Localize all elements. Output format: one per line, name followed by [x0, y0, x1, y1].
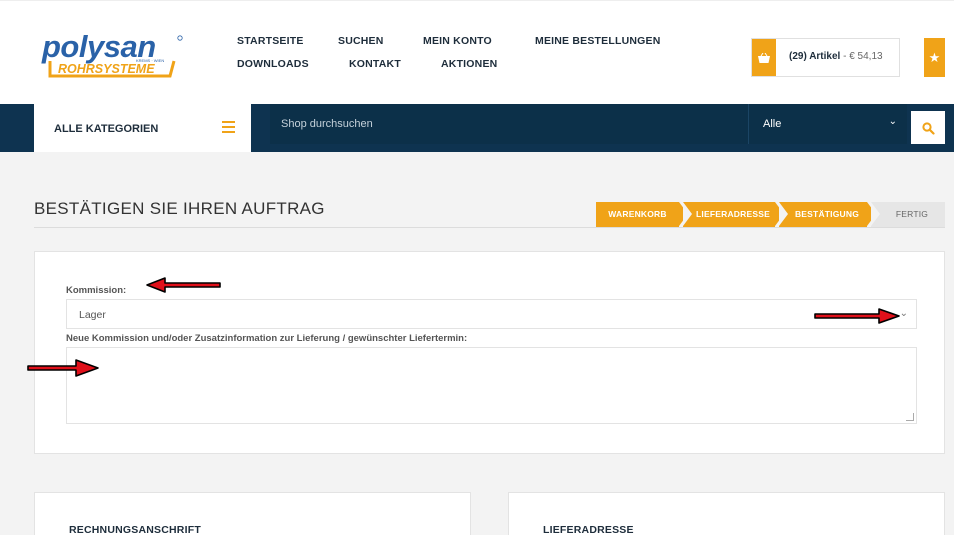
search-placeholder: Shop durchsuchen [281, 118, 373, 130]
nav-startseite[interactable]: STARTSEITE [237, 35, 304, 47]
cart-separator: - [840, 51, 850, 62]
step-label: WARENKORB [608, 209, 667, 219]
nav-meine-bestellungen[interactable]: MEINE BESTELLUNGEN [535, 35, 661, 47]
search-button[interactable] [911, 111, 945, 144]
search-input[interactable]: Shop durchsuchen [270, 104, 748, 144]
nav-mein-konto[interactable]: MEIN KONTO [423, 35, 492, 47]
step-lieferadresse[interactable]: LIEFERADRESSE [683, 202, 784, 227]
cart-summary: (29) Artikel - € 54,13 [789, 51, 883, 62]
title-divider [34, 227, 945, 228]
kommission-value: Lager [79, 309, 106, 321]
nav-downloads[interactable]: DOWNLOADS [237, 58, 309, 70]
cart-total: € 54,13 [849, 51, 883, 62]
cart-count: (29) Artikel [789, 51, 841, 62]
step-fertig: FERTIG [871, 202, 945, 227]
nav-aktionen[interactable]: AKTIONEN [441, 58, 497, 70]
hamburger-menu-icon [222, 121, 235, 133]
categories-label: ALLE KATEGORIEN [54, 123, 159, 135]
kommission-select[interactable]: Lager ⌄ [66, 299, 917, 329]
site-header: polysan ROHRSYSTEME KREMS · WIEN STARTSE… [0, 0, 954, 104]
categories-dropdown[interactable]: ALLE KATEGORIEN [34, 104, 251, 152]
shipping-title: LIEFERADRESSE [543, 524, 634, 535]
wishlist-button[interactable]: ★ [924, 38, 945, 77]
annotation-arrow-right-select [814, 308, 900, 324]
svg-text:ROHRSYSTEME: ROHRSYSTEME [58, 62, 155, 76]
mini-cart[interactable]: (29) Artikel - € 54,13 [751, 38, 900, 77]
nav-kontakt[interactable]: KONTAKT [349, 58, 401, 70]
resize-grip-icon[interactable] [906, 413, 914, 421]
star-icon: ★ [928, 50, 941, 65]
step-label: LIEFERADRESSE [696, 209, 770, 219]
chevron-down-icon: ⌄ [888, 116, 897, 127]
annotation-arrow-left [146, 277, 221, 293]
step-notch [683, 202, 692, 226]
step-notch [779, 202, 788, 226]
billing-title: RECHNUNGSANSCHRIFT [69, 524, 201, 535]
search-icon [921, 122, 935, 135]
nav-suchen[interactable]: SUCHEN [338, 35, 384, 47]
note-textarea[interactable] [66, 347, 917, 424]
note-label: Neue Kommission und/oder Zusatzinformati… [66, 333, 468, 344]
basket-icon [752, 39, 776, 76]
step-notch [871, 202, 880, 226]
search-scope-select[interactable]: Alle ⌄ [748, 104, 907, 144]
step-label: FERTIG [895, 209, 929, 219]
billing-address-card: RECHNUNGSANSCHRIFT [34, 492, 471, 535]
shipping-address-card: LIEFERADRESSE [508, 492, 945, 535]
step-warenkorb[interactable]: WARENKORB [596, 202, 688, 227]
svg-text:KREMS · WIEN: KREMS · WIEN [136, 58, 164, 63]
page-title: BESTÄTIGEN SIE IHREN AUFTRAG [34, 199, 325, 218]
kommission-label: Kommission: [66, 285, 127, 296]
polysan-logo[interactable]: polysan ROHRSYSTEME KREMS · WIEN [40, 29, 186, 79]
search-scope-value: Alle [763, 118, 782, 130]
annotation-arrow-right-textarea [27, 359, 99, 377]
step-label: BESTÄTIGUNG [794, 209, 860, 219]
step-bestaetigung: BESTÄTIGUNG [779, 202, 876, 227]
